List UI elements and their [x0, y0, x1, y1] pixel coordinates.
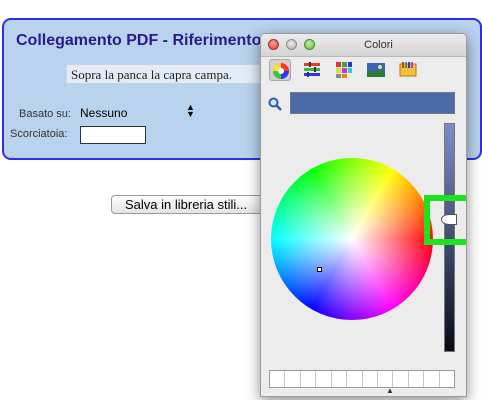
style-preview: Sopra la panca la capra campa. — [66, 64, 276, 84]
swatch-cell[interactable] — [440, 371, 454, 387]
swatch-cell[interactable] — [347, 371, 363, 387]
favorite-swatches[interactable] — [269, 370, 455, 388]
swatch-cell[interactable] — [301, 371, 317, 387]
swatch-cell[interactable] — [285, 371, 301, 387]
color-wheel-icon[interactable] — [269, 59, 291, 81]
colors-window: Colori ▲ — [260, 33, 467, 397]
colors-toolbar — [261, 57, 466, 83]
magnifier-icon[interactable] — [268, 97, 282, 116]
colors-titlebar[interactable]: Colori — [261, 34, 466, 57]
popup-arrows-icon[interactable]: ▲ ▼ — [186, 103, 195, 119]
based-on-popup[interactable]: Nessuno — [80, 106, 127, 120]
swatch-cell[interactable] — [316, 371, 332, 387]
color-wheel-cursor[interactable] — [317, 267, 322, 272]
image-palettes-icon[interactable] — [365, 59, 387, 81]
color-palettes-icon[interactable] — [333, 59, 355, 81]
color-wheel[interactable] — [271, 158, 433, 320]
swatch-cell[interactable] — [363, 371, 378, 387]
swatch-cell[interactable] — [332, 371, 348, 387]
panel-title: Collegamento PDF - Riferimento — [16, 32, 262, 49]
colors-window-title: Colori — [364, 39, 393, 51]
highlight-box — [424, 195, 466, 245]
swatch-cell[interactable] — [393, 371, 409, 387]
save-to-library-button[interactable]: Salva in libreria stili... — [111, 195, 263, 214]
swatch-cell[interactable] — [424, 371, 440, 387]
color-sliders-icon[interactable] — [301, 59, 323, 81]
shortcut-input[interactable] — [80, 126, 146, 144]
current-color-swatch[interactable] — [290, 92, 455, 114]
swatch-cell[interactable] — [270, 371, 286, 387]
based-on-label: Basato su: — [19, 108, 71, 120]
swatch-cell[interactable] — [378, 371, 394, 387]
shortcut-label: Scorciatoia: — [10, 128, 68, 140]
swatch-grip-icon[interactable]: ▲ — [386, 386, 394, 395]
crayons-icon[interactable] — [397, 59, 419, 81]
swatch-cell[interactable] — [409, 371, 425, 387]
